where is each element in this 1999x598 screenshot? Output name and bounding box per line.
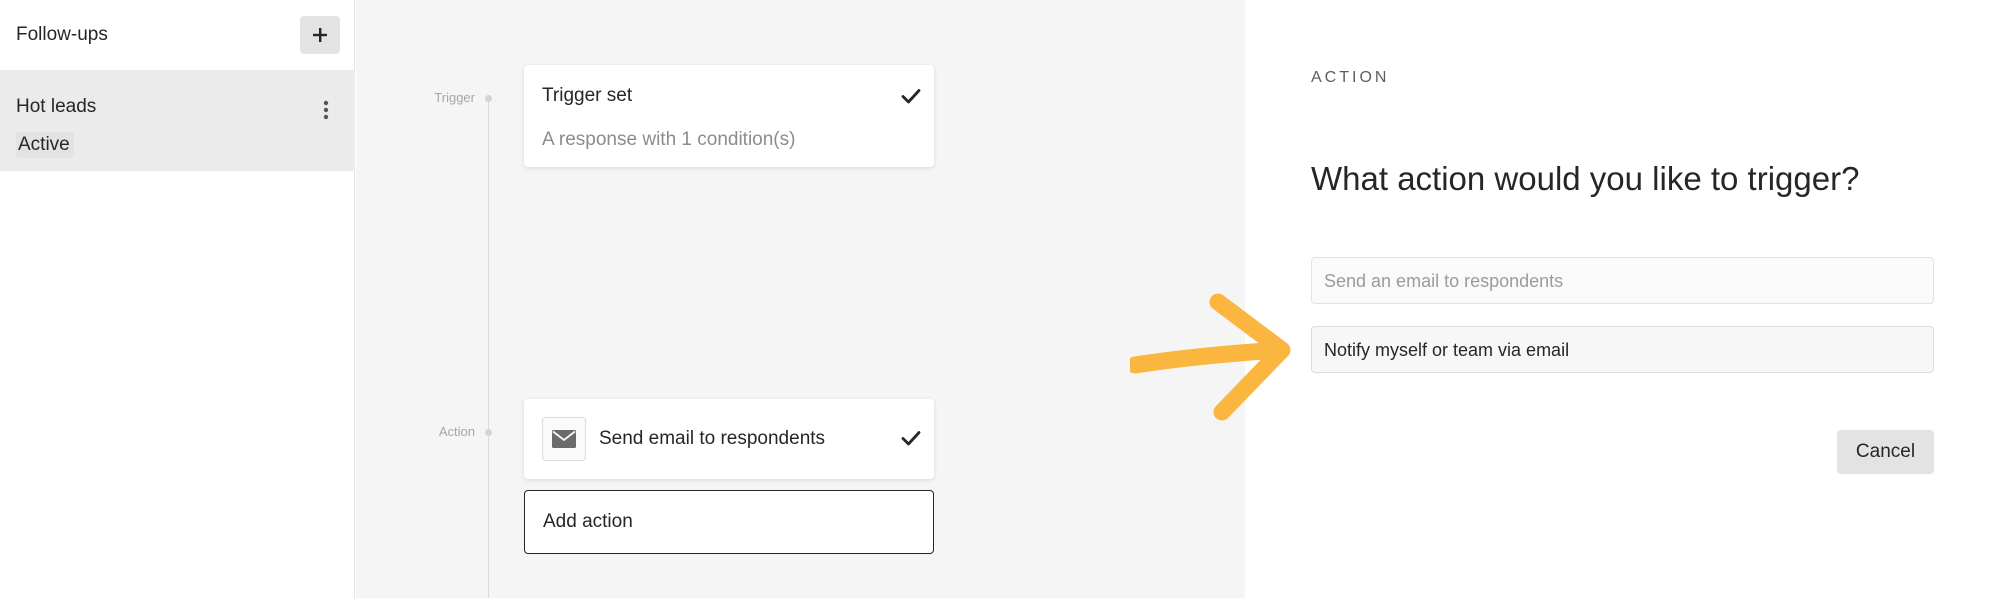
kebab-menu-icon[interactable]: [312, 96, 340, 124]
timeline-line: [488, 96, 489, 598]
timeline-dot: [485, 429, 492, 436]
arrow-right-icon: [1130, 293, 1291, 421]
sidebar-item-label: Hot leads: [16, 96, 97, 117]
status-badge: Active: [16, 132, 74, 158]
envelope-icon: [542, 417, 586, 461]
action-card-send-email[interactable]: Send email to respondents: [524, 399, 934, 479]
checkmark-icon: [901, 431, 921, 446]
timeline-label-action: Action: [438, 424, 475, 439]
option-notify-team-via-email[interactable]: Notify myself or team via email: [1311, 326, 1934, 373]
checkmark-icon: [901, 89, 921, 104]
option-label: Notify myself or team via email: [1324, 340, 1570, 360]
panel-question: What action would you like to trigger?: [1311, 160, 1860, 197]
add-follow-up-button[interactable]: [300, 16, 340, 54]
sidebar-header: Follow-ups: [0, 0, 354, 70]
panel-eyebrow: ACTION: [1311, 69, 1390, 86]
action-title: Send email to respondents: [599, 428, 826, 449]
flow-canvas: Trigger Action Trigger set A response wi…: [356, 0, 1245, 598]
timeline-label-trigger: Trigger: [434, 90, 475, 105]
sidebar-title: Follow-ups: [16, 24, 108, 45]
cancel-button[interactable]: Cancel: [1837, 430, 1934, 474]
action-panel: ACTION What action would you like to tri…: [1246, 0, 1999, 598]
trigger-card[interactable]: Trigger set A response with 1 condition(…: [524, 65, 934, 167]
trigger-subtitle: A response with 1 condition(s): [542, 129, 796, 150]
sidebar-item-hot-leads[interactable]: Hot leads Active: [0, 70, 355, 171]
add-action-button[interactable]: Add action: [524, 490, 934, 554]
plus-icon: [313, 28, 327, 42]
option-label: Send an email to respondents: [1324, 271, 1564, 291]
trigger-title: Trigger set: [542, 85, 633, 106]
timeline-dot: [485, 95, 492, 102]
sidebar: Follow-ups Hot leads Active: [0, 0, 355, 598]
option-send-email-to-respondents[interactable]: Send an email to respondents: [1311, 257, 1934, 304]
add-action-label: Add action: [543, 511, 633, 532]
